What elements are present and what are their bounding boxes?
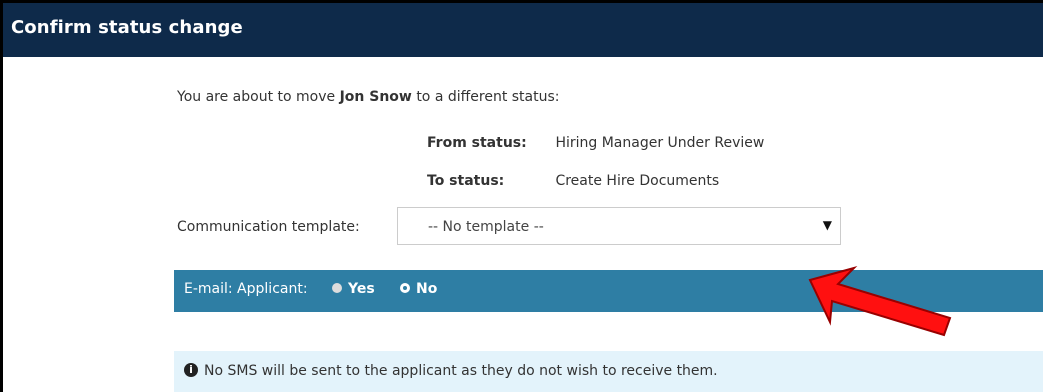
info-circle-icon: i [184, 363, 198, 377]
email-applicant-label: E-mail: Applicant: [184, 281, 308, 297]
to-status-label: To status: [427, 173, 505, 189]
email-yes-label: Yes [348, 281, 375, 297]
radio-no-icon[interactable] [400, 283, 410, 293]
intro-text: You are about to move Jon Snow to a diff… [177, 89, 560, 105]
dialog-titlebar: Confirm status change [3, 3, 1043, 57]
from-status-row: From status: Hiring Manager Under Review [427, 135, 764, 151]
sms-info-text: No SMS will be sent to the applicant as … [204, 363, 718, 379]
communication-template-value: -- No template -- [428, 219, 544, 235]
to-status-value: Create Hire Documents [555, 173, 720, 189]
email-no-label: No [416, 281, 438, 297]
intro-prefix: You are about to move [177, 89, 336, 105]
sms-info-bar: i No SMS will be sent to the applicant a… [174, 351, 1043, 392]
intro-suffix: to a different status: [416, 89, 560, 105]
to-status-row: To status: Create Hire Documents [427, 173, 719, 189]
email-yes-option[interactable]: Yes [332, 281, 375, 297]
from-status-value: Hiring Manager Under Review [555, 135, 765, 151]
communication-template-label: Communication template: [177, 219, 360, 235]
caret-down-icon: ▼ [822, 218, 832, 232]
email-no-option[interactable]: No [400, 281, 437, 297]
dialog-body: You are about to move Jon Snow to a diff… [3, 57, 1043, 392]
from-status-label: From status: [427, 135, 527, 151]
dialog-title: Confirm status change [11, 17, 243, 38]
radio-yes-icon[interactable] [332, 283, 342, 293]
communication-template-select[interactable]: -- No template -- ▼ [397, 207, 841, 245]
red-arrow-icon [808, 266, 952, 337]
applicant-name: Jon Snow [339, 89, 412, 105]
